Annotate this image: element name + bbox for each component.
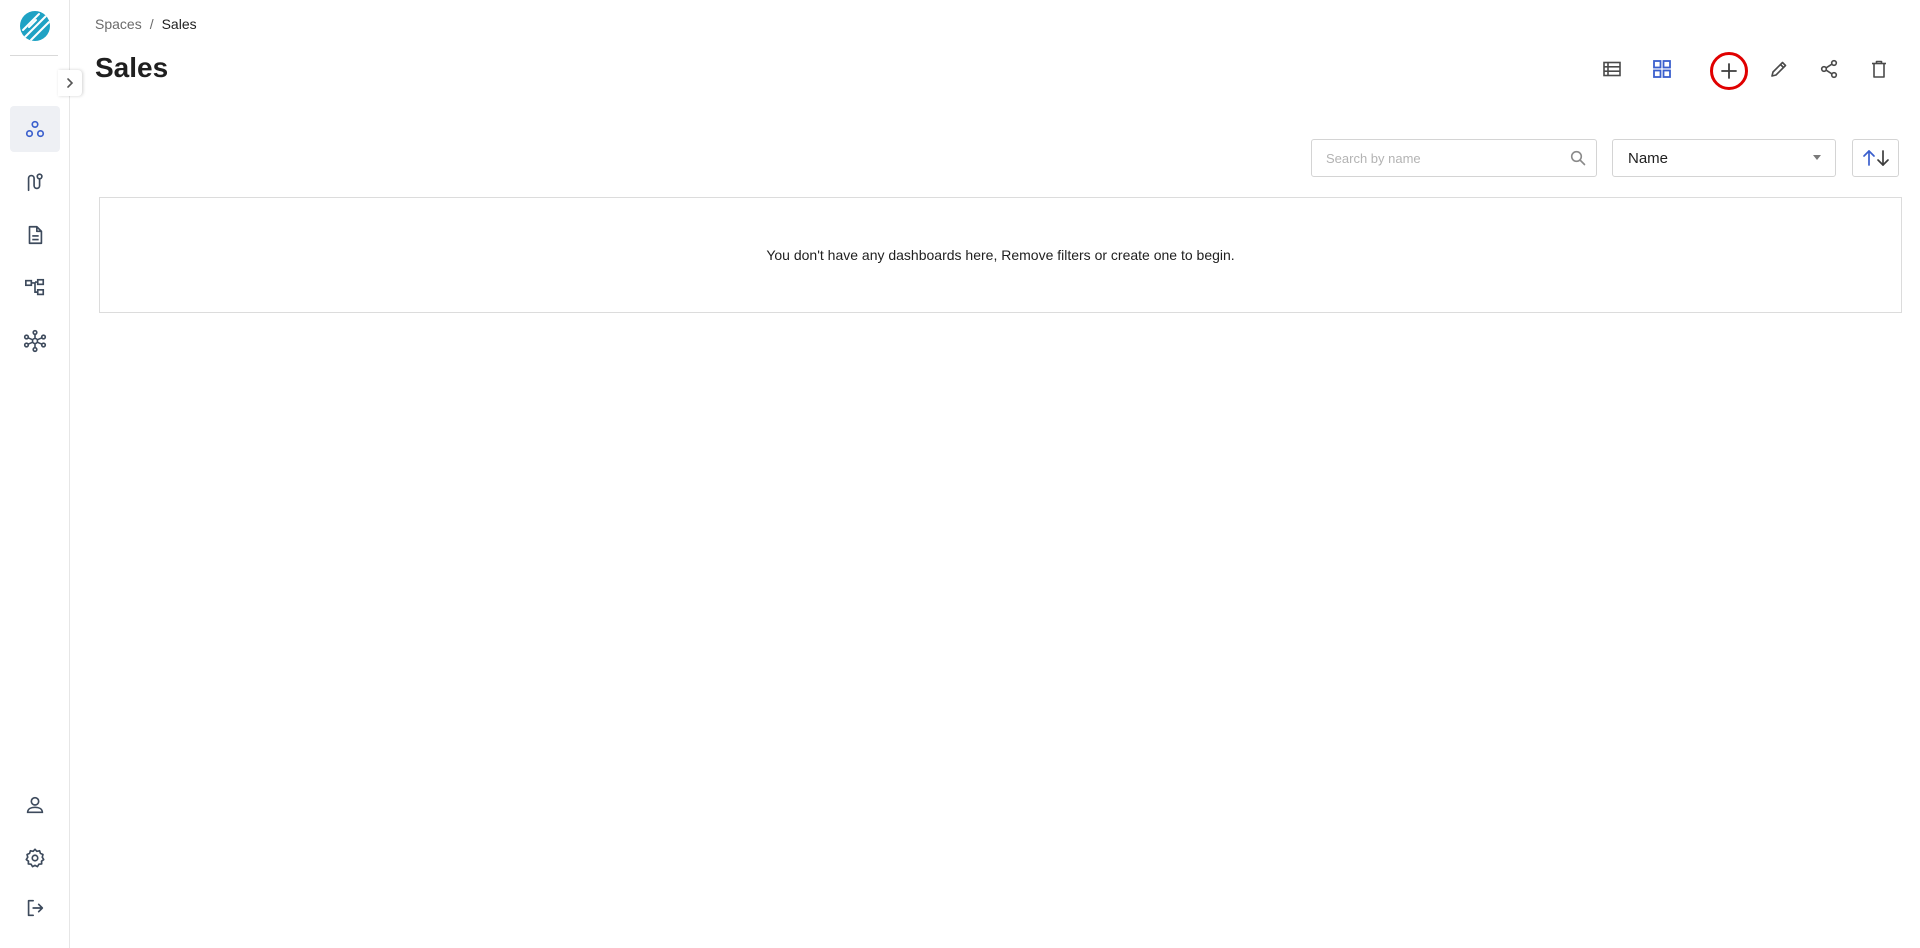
sidebar	[0, 0, 70, 948]
delete-button[interactable]	[1861, 51, 1897, 87]
sort-order-icon	[1862, 150, 1889, 166]
user-icon	[26, 796, 44, 814]
pipelines-icon	[27, 173, 43, 192]
breadcrumb: Spaces / Sales	[95, 16, 197, 32]
sidebar-item-hierarchy[interactable]	[10, 265, 60, 311]
search-input[interactable]	[1313, 141, 1557, 175]
sidebar-item-user[interactable]	[10, 782, 60, 828]
list-view-button[interactable]	[1594, 51, 1630, 87]
documents-icon	[28, 225, 43, 245]
network-icon	[23, 329, 47, 353]
search-icon[interactable]	[1570, 150, 1586, 166]
pencil-icon	[1771, 61, 1787, 77]
sidebar-expand-button[interactable]	[58, 70, 82, 96]
caret-down-icon	[1813, 155, 1821, 160]
empty-state-message: You don't have any dashboards here, Remo…	[766, 247, 1235, 263]
page-title: Sales	[95, 52, 169, 83]
grid-view-button[interactable]	[1644, 51, 1680, 87]
sidebar-item-spaces[interactable]	[10, 106, 60, 152]
gear-icon	[25, 848, 45, 868]
list-view-icon	[1603, 61, 1621, 77]
sort-by-select[interactable]: Name	[1612, 139, 1836, 177]
edit-button[interactable]	[1761, 51, 1797, 87]
sort-by-value: Name	[1628, 150, 1669, 167]
sidebar-item-logout[interactable]	[10, 885, 60, 931]
logo-divider	[10, 55, 58, 56]
spaces-icon	[25, 120, 45, 138]
dashboards-empty-panel: You don't have any dashboards here, Remo…	[99, 197, 1902, 313]
chevron-right-icon	[67, 78, 74, 88]
share-icon	[1820, 59, 1838, 79]
sidebar-item-pipelines[interactable]	[10, 159, 60, 205]
sidebar-item-network[interactable]	[10, 318, 60, 364]
breadcrumb-spaces-link[interactable]: Spaces	[95, 16, 142, 32]
hierarchy-icon	[25, 278, 45, 296]
search-field	[1311, 139, 1597, 177]
trash-icon	[1872, 60, 1886, 78]
logo-icon[interactable]	[19, 10, 51, 42]
grid-view-icon	[1653, 60, 1671, 78]
add-dashboard-button[interactable]	[1711, 53, 1747, 89]
sort-order-button[interactable]	[1852, 139, 1899, 177]
sidebar-item-documents[interactable]	[10, 212, 60, 258]
share-button[interactable]	[1811, 51, 1847, 87]
sidebar-item-settings[interactable]	[10, 835, 60, 881]
plus-icon	[1721, 63, 1737, 79]
logout-icon	[27, 899, 44, 917]
breadcrumb-current: Sales	[161, 16, 197, 32]
breadcrumb-separator: /	[149, 16, 154, 32]
